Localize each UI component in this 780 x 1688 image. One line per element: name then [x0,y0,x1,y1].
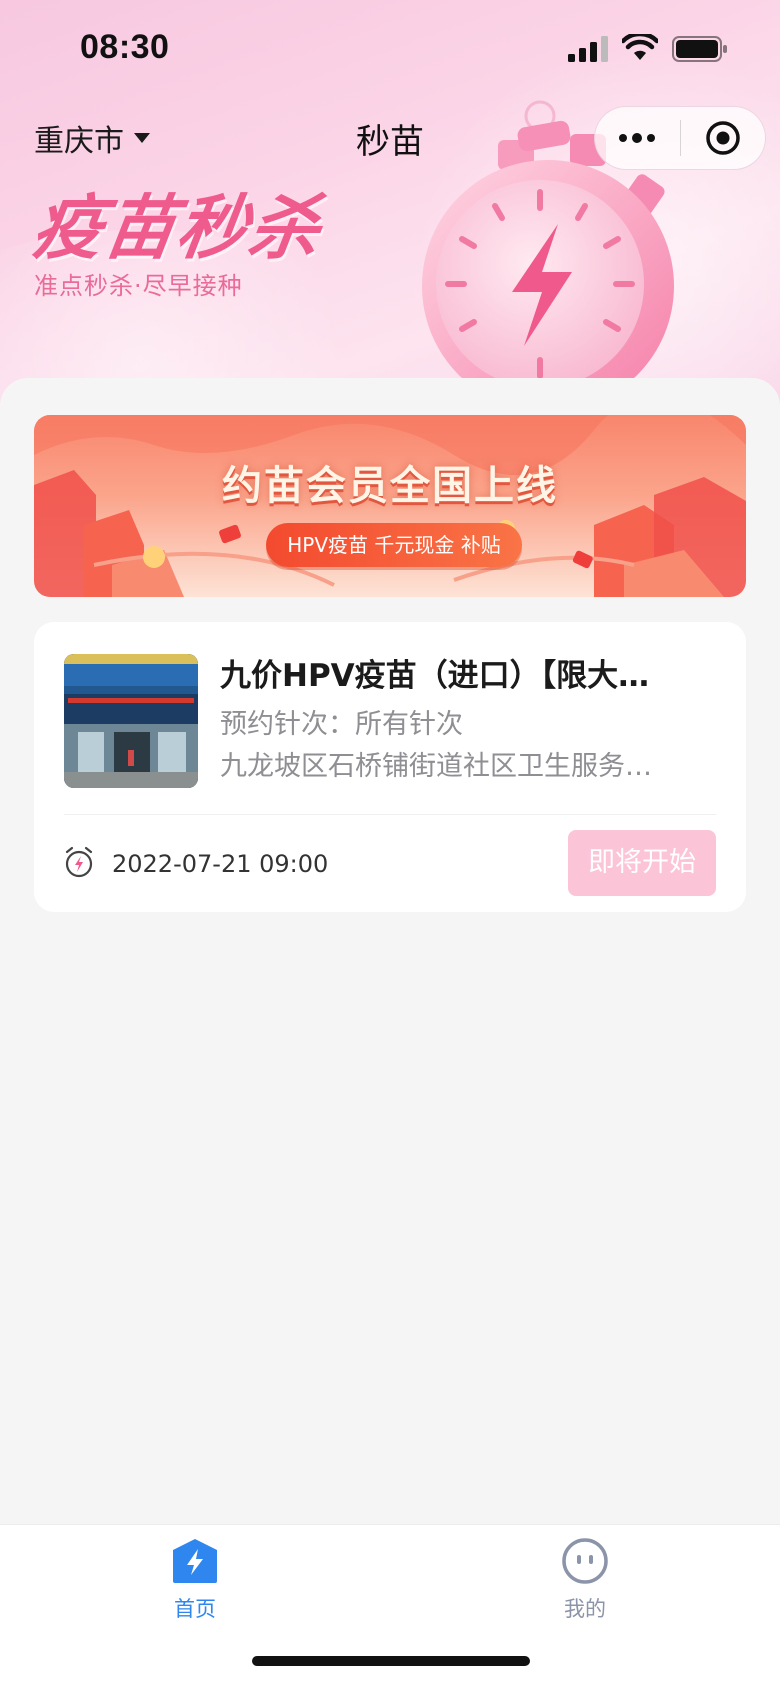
alarm-clock-icon [65,846,93,878]
vaccine-card[interactable]: 九价HPV疫苗（进口）【限大… 预约针次：所有针次 九龙坡区石桥铺街道社区卫生服… [34,622,746,912]
clinic-photo [64,654,198,788]
banner-subsidy-pill: HPV疫苗 千元现金 补贴 [266,523,522,567]
tab-mine-label: 我的 [564,1597,606,1621]
city-label: 重庆市 [34,124,124,159]
status-time: 08:30 [80,28,170,66]
dose-info: 预约针次：所有针次 [220,709,463,740]
home-bolt-icon [173,1539,217,1583]
close-program-button[interactable] [681,106,766,170]
tab-home-label: 首页 [174,1597,216,1621]
mini-program-capsule [594,106,766,170]
home-indicator[interactable] [252,1656,530,1666]
more-button[interactable] [595,106,680,170]
battery-icon [672,36,727,62]
card-divider [64,814,716,815]
page-title: 秒苗 [356,122,424,162]
city-selector[interactable]: 重庆市 [34,116,150,160]
banner-title: 约苗会员全国上线 [222,463,558,509]
clinic-address: 九龙坡区石桥铺街道社区卫生服务… [220,751,652,782]
tab-home[interactable]: 首页 [135,1537,255,1623]
vaccine-title: 九价HPV疫苗（进口）【限大… [220,658,650,694]
face-icon [562,1538,608,1584]
cellular-signal-icon [568,36,608,62]
promo-banner[interactable]: 约苗会员全国上线 HPV疫苗 千元现金 补贴 [34,415,746,597]
start-datetime: 2022-07-21 09:00 [112,850,329,878]
wifi-icon [622,34,658,60]
hero-slogan: 疫苗秒杀 [27,187,327,269]
hero-sub-slogan: 准点秒杀·尽早接种 [34,272,243,300]
coming-soon-button[interactable]: 即将开始 [568,830,716,896]
caret-down-icon [134,133,150,143]
more-dots-icon [619,133,656,143]
clinic-photo-illustration [64,654,198,788]
status-bar: 08:30 [0,0,780,100]
tab-mine[interactable]: 我的 [525,1537,645,1623]
target-close-icon [706,121,740,155]
hero-header: 08:30 重庆市 秒苗 疫苗秒杀 准点秒杀·尽早接种 [0,0,780,420]
